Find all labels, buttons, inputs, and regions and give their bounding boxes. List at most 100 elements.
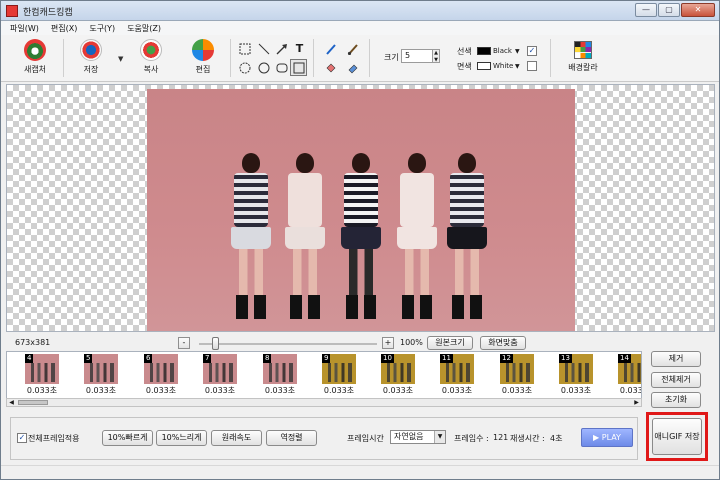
- frame-item[interactable]: 12 0.033초: [487, 354, 547, 396]
- arrow-tool-icon[interactable]: [273, 40, 290, 57]
- frame-number: 5: [84, 354, 93, 363]
- app-window: 한컴캐드킹캡 — ▢ ✕ 파일(W) 편집(X) 도구(Y) 도움말(Z) 새캡…: [0, 0, 720, 480]
- edit-button[interactable]: 편집: [181, 39, 225, 79]
- frame-duration: 0.033초: [204, 386, 236, 395]
- figure: [447, 153, 487, 319]
- remove-all-frames-button[interactable]: 전체제거: [651, 372, 701, 388]
- save-button[interactable]: 저장: [69, 39, 113, 79]
- frame-duration: 0.033초: [323, 386, 355, 395]
- line-color-swatch[interactable]: [477, 47, 491, 55]
- zoom-slider-thumb[interactable]: [212, 337, 219, 350]
- frame-strip-scrollbar[interactable]: ◀ ▶: [6, 398, 642, 407]
- fill-bucket-tool-icon[interactable]: [322, 59, 339, 76]
- new-capture-label: 새캡처: [23, 65, 47, 74]
- frame-thumbnail: 8: [263, 354, 297, 384]
- frame-thumbnail: 5: [84, 354, 118, 384]
- menu-file[interactable]: 파일(W): [10, 23, 39, 34]
- select-rect-tool-icon[interactable]: [236, 40, 253, 57]
- frame-thumbnail: 13: [559, 354, 593, 384]
- menu-tools[interactable]: 도구(Y): [89, 23, 115, 34]
- window-controls: — ▢ ✕: [635, 3, 715, 17]
- frame-thumbnail: 6: [144, 354, 178, 384]
- menu-help[interactable]: 도움말(Z): [127, 23, 161, 34]
- frame-number: 12: [500, 354, 513, 363]
- fill-color-checkbox[interactable]: [527, 61, 537, 71]
- frame-thumbnail: 12: [500, 354, 534, 384]
- frame-thumbnail: 9: [322, 354, 356, 384]
- remove-frame-button[interactable]: 제거: [651, 351, 701, 367]
- copy-label: 복사: [143, 65, 159, 74]
- frame-duration: 0.033초: [26, 386, 58, 395]
- save-gif-button[interactable]: 애니GIF 저장: [652, 418, 702, 455]
- frame-item[interactable]: 5 0.033초: [71, 354, 131, 396]
- fit-screen-button[interactable]: 화면맞춤: [480, 336, 526, 350]
- play-button[interactable]: ▶ PLAY: [581, 428, 633, 447]
- rounded-rect-tool-icon[interactable]: [273, 59, 290, 76]
- slower-button[interactable]: 10%느리게: [156, 430, 207, 446]
- bg-color-button[interactable]: 배경칼라: [562, 41, 604, 79]
- scrollbar-thumb[interactable]: [18, 400, 48, 405]
- frame-thumbnail: 7: [203, 354, 237, 384]
- brush-tool-icon[interactable]: [344, 40, 361, 57]
- zoom-slider-track[interactable]: [199, 343, 377, 345]
- frame-time-value: 자연없음: [394, 432, 424, 441]
- fill-color-name: White: [493, 62, 514, 70]
- ellipse-select-tool-icon[interactable]: [236, 59, 253, 76]
- frame-item[interactable]: 9 0.033초: [309, 354, 369, 396]
- frame-number: 8: [263, 354, 272, 363]
- copy-button[interactable]: 복사: [129, 39, 173, 79]
- zoom-in-button[interactable]: +: [382, 337, 394, 349]
- frame-number: 9: [322, 354, 331, 363]
- canvas-area[interactable]: [6, 84, 715, 332]
- eraser-tool-icon[interactable]: [344, 59, 361, 76]
- frame-item[interactable]: 11 0.033초: [427, 354, 487, 396]
- frame-number: 6: [144, 354, 153, 363]
- app-icon: [6, 5, 18, 17]
- zoom-out-button[interactable]: -: [178, 337, 190, 349]
- line-tool-icon[interactable]: [255, 40, 272, 57]
- scroll-right-icon[interactable]: ▶: [632, 399, 641, 406]
- minimize-button[interactable]: —: [635, 3, 657, 17]
- apply-all-frames-checkbox[interactable]: ✓: [17, 433, 27, 443]
- figure: [231, 153, 271, 319]
- figure: [341, 153, 381, 319]
- reset-frames-button[interactable]: 초기화: [651, 392, 701, 408]
- fill-color-dropdown-icon[interactable]: ▼: [515, 63, 520, 70]
- original-size-button[interactable]: 원본크기: [427, 336, 473, 350]
- faster-button[interactable]: 10%빠르게: [102, 430, 153, 446]
- frame-count-value: 121: [493, 433, 509, 442]
- fill-color-swatch[interactable]: [477, 62, 491, 70]
- size-input[interactable]: 5: [401, 49, 433, 63]
- scroll-left-icon[interactable]: ◀: [7, 399, 16, 406]
- new-capture-button[interactable]: 새캡처: [13, 39, 57, 79]
- original-speed-button[interactable]: 원래속도: [211, 430, 262, 446]
- line-color-checkbox[interactable]: ✓: [527, 46, 537, 56]
- reverse-order-button[interactable]: 역정렬: [266, 430, 317, 446]
- frame-item[interactable]: 7 0.033초: [190, 354, 250, 396]
- line-color-dropdown-icon[interactable]: ▼: [515, 48, 520, 55]
- circle-tool-icon[interactable]: [255, 59, 272, 76]
- toolbar: 새캡처 저장 ▼ 복사 편집 T: [1, 35, 719, 82]
- frame-item[interactable]: 6 0.033초: [131, 354, 191, 396]
- toolbar-separator: [369, 39, 370, 77]
- frame-time-label: 프레임시간: [347, 434, 384, 443]
- pen-tool-icon[interactable]: [322, 40, 339, 57]
- save-dropdown-icon[interactable]: ▼: [118, 55, 123, 63]
- frame-item[interactable]: 8 0.033초: [250, 354, 310, 396]
- zoom-row: 673x381 - + 100% 원본크기 화면맞춤: [1, 335, 719, 351]
- frame-item[interactable]: 4 0.033초: [12, 354, 72, 396]
- text-tool-icon[interactable]: T: [291, 40, 308, 57]
- close-button[interactable]: ✕: [681, 3, 715, 17]
- size-spinner-icon[interactable]: ▲ ▼: [432, 49, 440, 63]
- frame-time-select[interactable]: 자연없음 ▼: [390, 430, 446, 444]
- frame-number: 7: [203, 354, 212, 363]
- rect-tool-icon[interactable]: [290, 59, 307, 76]
- edit-label: 편집: [195, 65, 211, 74]
- frame-item[interactable]: 13 0.033초: [546, 354, 606, 396]
- frame-item[interactable]: 10 0.033초: [368, 354, 428, 396]
- bg-color-grid-icon: [574, 41, 592, 59]
- frame-item[interactable]: 14 0.033초: [605, 354, 641, 396]
- maximize-button[interactable]: ▢: [658, 3, 680, 17]
- fill-color-label: 면색: [457, 62, 472, 71]
- menu-edit[interactable]: 편집(X): [51, 23, 77, 34]
